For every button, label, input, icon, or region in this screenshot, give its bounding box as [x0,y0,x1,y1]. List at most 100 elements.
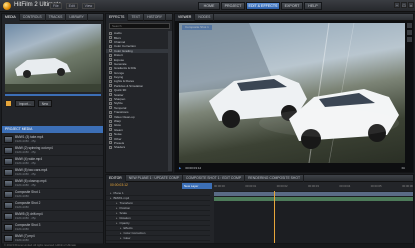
tab-effects[interactable]: EFFECTS [106,13,129,21]
new-button[interactable]: New [37,100,53,107]
media-item-text: Composite Shot 2 1920x1080 [15,201,40,209]
layer-label: Rotation [119,216,131,220]
viewer-panel: VIEWER NODES Composite Shot 1 ▶ 00:00:03… [174,13,414,173]
layer-label: Color Correction [123,231,146,235]
viewer-side-toolbar [407,23,412,163]
media-item[interactable]: Composite Shot 2 1920x1080 [2,200,103,211]
timeline-timecode: 00:00:03:12 [110,183,128,187]
folder-icon [109,137,112,141]
nav-help[interactable]: HELP [304,2,322,10]
menu-view[interactable]: View [81,3,96,9]
tab-controls[interactable]: CONTROLS [20,13,46,21]
nav-export[interactable]: EXPORT [281,2,303,10]
expand-arrow-icon[interactable]: ▸ [116,211,118,215]
zoom-select[interactable]: Fit [402,166,405,170]
media-item[interactable]: BMW1 (3) take.mp4 1920x1080 · 25p [2,134,103,145]
folder-icon [109,128,112,132]
effects-scrollbar[interactable] [168,31,172,171]
expand-arrow-icon[interactable]: ▸ [110,196,112,200]
media-item[interactable]: BMW5 (2) drift.mp4 1920x1080 · 25p [2,211,103,222]
effect-category-label: Distort [114,53,123,58]
tab-tracks[interactable]: TRACKS [46,13,67,21]
expand-arrow-icon[interactable]: ▸ [116,221,118,225]
media-item[interactable]: BMW (6) closeup.mp4 1920x1080 · 25p [2,178,103,189]
ruler-tick-label: 00:00:04 [339,184,351,188]
close-button[interactable]: × [408,2,414,8]
effect-category-label: Warp [114,119,122,123]
media-item[interactable]: Composite Shot 1 1920x1080 [2,189,103,200]
tab-library[interactable]: LIBRARY [66,13,88,21]
layer-label: Scale [119,211,128,215]
hand-tool-icon[interactable] [407,30,412,35]
media-item[interactable]: BMW (7).mp4 1920x1080 [2,233,103,244]
tab-composite-shot[interactable]: COMPOSITE SHOT 1 : EDIT COMP [183,174,246,182]
layer-label: Glow [123,236,131,240]
effect-category-label: Particles & Simulation [114,83,144,88]
media-item[interactable]: BMW (4) wide.mp4 1920x1080 · 25p [2,156,103,167]
menu-edit[interactable]: Edit [65,3,78,9]
clip-thumbnail-icon [4,179,13,187]
track-clip-video[interactable] [214,197,413,201]
layer-label: Plane 1 [113,191,124,195]
media-item-info: 1920x1080 · 25p [15,183,36,187]
effect-category-label: Other [114,136,122,141]
expand-arrow-icon[interactable]: ▸ [116,216,118,220]
timeline-ruler[interactable]: 00:00:00 00:00:01 00:00:02 00:00:03 00:00:04… [214,184,413,190]
viewer-tabs: VIEWER NODES [175,13,413,21]
media-item-text: Composite Shot 3 1920x1080 [15,223,40,231]
effect-category-label: Shaders [114,145,126,150]
effects-panel: EFFECTS TEXT HISTORY Search Audio Blurs Ch… [105,13,173,173]
zoom-tool-icon[interactable] [407,37,412,42]
media-item[interactable]: Composite Shot 3 1920x1080 [2,222,103,233]
folder-icon [109,106,112,110]
tab-media[interactable]: MEDIA [2,13,20,21]
folder-icon [109,141,112,145]
tab-new-plane[interactable]: NEW PLANE 1 : UPDATE COMP [126,174,183,182]
timeline-panel: EDITOR NEW PLANE 1 : UPDATE COMP COMPOSI… [105,174,414,244]
timeline-layer[interactable]: ▸ Glow [106,236,210,241]
clip-thumbnail-icon [4,157,13,165]
expand-arrow-icon[interactable]: ▸ [116,206,118,210]
import-button[interactable]: Import... [15,100,35,107]
viewer-canvas[interactable]: Composite Shot 1 [179,23,405,163]
effect-category[interactable]: Shaders [106,145,168,149]
tab-nodes[interactable]: NODES [195,13,215,21]
effect-category-label: Transitions [114,110,129,115]
expand-arrow-icon[interactable]: ▸ [120,226,122,230]
expand-arrow-icon[interactable]: ▸ [120,236,122,240]
media-item[interactable]: BMW (5) two cars.mp4 1920x1080 · 25p [2,167,103,178]
menu-file[interactable]: File [50,3,62,9]
folder-icon[interactable] [5,100,12,107]
expand-arrow-icon[interactable]: ▸ [116,201,118,205]
effect-category-label: Audio [114,31,122,36]
play-icon[interactable]: ▶ [179,166,181,170]
track-clip-plane[interactable] [214,192,413,196]
nav-home[interactable]: HOME [198,2,220,10]
select-tool-icon[interactable] [407,23,412,28]
preview-scrubber[interactable] [5,94,101,96]
expand-arrow-icon[interactable]: ▸ [110,191,112,195]
layer-label: Effects [123,226,133,230]
effect-category-label: Gradients & Fills [114,66,137,71]
media-item[interactable]: BMW (2) spinning out.mp4 1920x1080 · 25p [2,145,103,156]
tab-rendering[interactable]: RENDERING COMPOSITE SHOT [245,174,305,182]
playhead[interactable] [274,191,275,243]
timeline-tracks[interactable] [214,191,413,243]
folder-icon [109,123,112,127]
media-panel: MEDIA CONTROLS TRACKS LIBRARY Import... … [1,13,104,246]
maximize-button[interactable]: □ [401,2,407,8]
folder-icon [109,79,112,83]
media-item-text: BMW (6) closeup.mp4 1920x1080 · 25p [15,179,47,187]
nav-project[interactable]: PROJECT [221,2,245,10]
folder-icon [109,145,112,149]
expand-arrow-icon[interactable]: ▸ [120,231,122,235]
tab-history[interactable]: HISTORY [144,13,167,21]
nav-edit-effects[interactable]: EDIT & EFFECTS [246,2,280,10]
new-layer-button[interactable]: New Layer [182,183,212,189]
effect-category-label: Generate [114,61,127,66]
effects-search-input[interactable]: Search [109,23,170,29]
minimize-button[interactable]: − [394,2,400,8]
tab-editor[interactable]: EDITOR [106,174,126,182]
tab-text[interactable]: TEXT [128,13,145,21]
tab-viewer[interactable]: VIEWER [175,13,196,21]
